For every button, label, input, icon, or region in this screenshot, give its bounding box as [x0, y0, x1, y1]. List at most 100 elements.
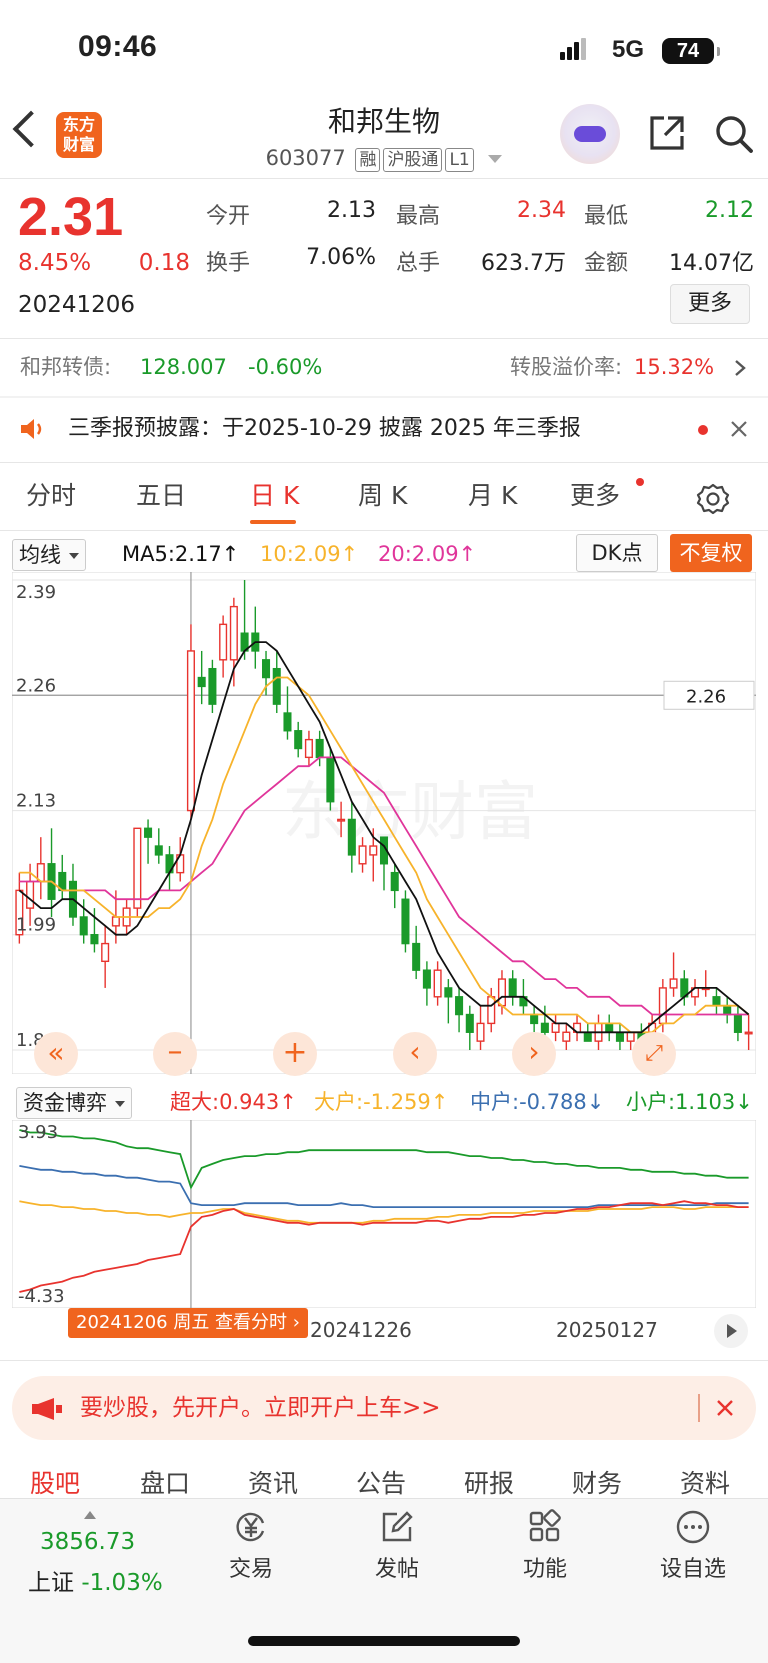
promo-text: 要炒股，先开户。立即开户上车>> — [80, 1395, 441, 1421]
price-axis-label: 2.39 — [16, 582, 56, 603]
stock-code: 603077 — [265, 146, 346, 170]
unread-dot — [698, 425, 708, 435]
price-axis-label: 1.99 — [16, 915, 56, 936]
nav-set-watchlist-label: 设自选 — [659, 1557, 726, 1582]
label-amount: 金额 — [584, 251, 629, 276]
assistant-robot-icon[interactable] — [560, 104, 620, 164]
tab-news[interactable]: 资讯 — [248, 1464, 298, 1500]
close-icon[interactable] — [730, 420, 748, 438]
fund-flow-chart[interactable]: 3.93 -4.33 — [12, 1120, 756, 1308]
tab-more[interactable]: 更多 — [570, 476, 620, 512]
scroll-left-fast-button[interactable]: « — [34, 1032, 78, 1076]
notice-row[interactable]: 三季报预披露：于2025-10-29 披露 2025 年三季报 — [0, 398, 768, 460]
candle-up — [487, 996, 496, 1025]
nav-features[interactable]: 功能 — [490, 1509, 600, 1583]
tab-daily-k[interactable]: 日 K — [250, 476, 299, 512]
kline-chart[interactable]: 东方财富 2.392.262.131.991.862.26 — [12, 572, 756, 1074]
candle-up — [358, 845, 367, 865]
zoom-out-button[interactable]: – — [153, 1032, 197, 1076]
candle-up — [101, 942, 110, 963]
more-quote-button[interactable]: 更多 — [670, 284, 750, 324]
indicator-select[interactable]: 均线 — [12, 539, 86, 571]
expand-icon[interactable]: ⤢ — [632, 1032, 676, 1076]
candle-down — [444, 987, 453, 998]
label-open: 今开 — [206, 204, 251, 229]
candle-down — [262, 659, 271, 679]
candle-down — [79, 916, 88, 936]
nav-post[interactable]: 发帖 — [342, 1509, 452, 1583]
close-icon[interactable] — [716, 1399, 734, 1417]
tab-announcements[interactable]: 公告 — [356, 1464, 406, 1500]
label-low: 最低 — [584, 204, 629, 229]
candle-down — [605, 1022, 614, 1033]
tab-five-day[interactable]: 五日 — [136, 476, 186, 512]
more-badge-dot — [636, 478, 644, 486]
price-axis-label: 2.26 — [16, 675, 56, 696]
candle-down — [733, 1013, 742, 1033]
scroll-left-button[interactable]: ‹ — [393, 1032, 437, 1076]
convertible-bond-row[interactable]: 和邦转债: 128.007 -0.60% 转股溢价率: 15.32% — [0, 338, 768, 396]
fund-indicator-select[interactable]: 资金博弈 — [16, 1087, 132, 1119]
tab-weekly-k[interactable]: 周 K — [358, 476, 407, 512]
tab-monthly-k[interactable]: 月 K — [468, 476, 517, 512]
date-label-1: 20241226 — [310, 1318, 412, 1342]
label-high: 最高 — [396, 204, 441, 229]
tab-orderbook[interactable]: 盘口 — [140, 1464, 190, 1500]
zoom-in-button[interactable]: + — [273, 1032, 317, 1076]
scroll-right-button[interactable]: › — [512, 1032, 556, 1076]
chart-divider — [0, 1360, 768, 1361]
notice-divider — [0, 462, 768, 463]
tab-financials[interactable]: 财务 — [572, 1464, 622, 1500]
gear-icon[interactable] — [696, 482, 730, 516]
nav-trade[interactable]: 交易 — [196, 1509, 306, 1583]
fund-select-label: 资金博弈 — [23, 1091, 107, 1115]
active-tab-indicator — [250, 520, 296, 524]
chevron-right-icon — [735, 360, 746, 376]
chevron-up-icon — [84, 1511, 96, 1519]
index-ticker[interactable]: 上证 -1.03% — [28, 1563, 163, 1597]
nav-set-watchlist[interactable]: 设自选 — [638, 1509, 748, 1583]
play-button[interactable] — [714, 1314, 748, 1348]
home-indicator — [248, 1636, 520, 1646]
candle-up — [626, 1031, 635, 1042]
fund-super: 超大:0.943↑ — [170, 1090, 297, 1114]
index-change: -1.03% — [81, 1570, 163, 1596]
speaker-icon — [21, 419, 42, 439]
candle-down — [90, 934, 99, 945]
value-amount: 14.07亿 — [669, 251, 754, 276]
label-turnover: 换手 — [206, 251, 251, 276]
candle-down — [401, 898, 410, 945]
tab-research[interactable]: 研报 — [464, 1464, 514, 1500]
candle-up — [229, 605, 238, 661]
crosshair-price-label: 2.26 — [686, 686, 726, 707]
candle-down — [723, 1004, 732, 1016]
watermark: 东方财富 — [282, 776, 538, 850]
fund-axis-top: 3.93 — [18, 1122, 58, 1143]
tab-forum[interactable]: 股吧 — [30, 1464, 80, 1500]
candle-down — [154, 845, 163, 856]
candle-up — [219, 623, 228, 661]
view-intraday-badge[interactable]: 20241206 周五 查看分时 › — [68, 1308, 308, 1338]
candle-down — [294, 730, 303, 750]
fund-medium: 中户:-0.788↓ — [470, 1090, 605, 1114]
promo-separator — [698, 1394, 700, 1422]
candle-down — [197, 676, 206, 688]
tag-margin: 融 — [355, 148, 381, 172]
candle-up — [111, 916, 120, 927]
tab-intraday[interactable]: 分时 — [26, 476, 76, 512]
candle-up — [369, 845, 378, 856]
grid-apps-icon — [529, 1509, 561, 1542]
candle-down — [283, 712, 292, 732]
network-type: 5G — [612, 36, 645, 63]
current-price: 2.31 — [18, 187, 124, 247]
dk-point-button[interactable]: DK点 — [576, 534, 658, 572]
tab-profile[interactable]: 资料 — [680, 1464, 730, 1500]
account-promo-banner[interactable]: 要炒股，先开户。立即开户上车>> — [12, 1376, 756, 1440]
candle-down — [390, 871, 399, 892]
candle-down — [272, 667, 281, 705]
search-icon[interactable] — [714, 114, 754, 154]
no-adjust-button[interactable]: 不复权 — [670, 534, 752, 572]
value-open: 2.13 — [327, 198, 376, 223]
share-icon[interactable] — [648, 114, 686, 152]
indicator-select-label: 均线 — [19, 543, 61, 567]
